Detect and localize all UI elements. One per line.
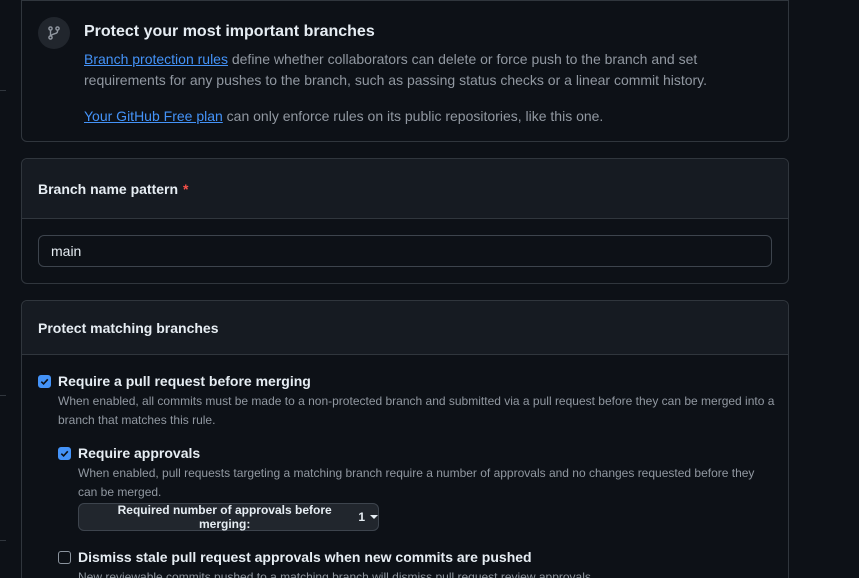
info-title: Protect your most important branches <box>84 23 375 40</box>
chevron-down-icon <box>370 515 378 519</box>
protect-matching-branches-box: Protect matching branches Require a pull… <box>21 300 789 578</box>
plan-notice: Your GitHub Free plan can only enforce r… <box>84 106 734 127</box>
dismiss-stale-approvals-description: New reviewable commits pushed to a match… <box>78 570 595 578</box>
required-approvals-dropdown[interactable]: Required number of approvals before merg… <box>78 503 379 531</box>
check-icon <box>60 450 69 458</box>
branch-name-pattern-label: Branch name pattern <box>38 180 179 197</box>
edge-divider <box>0 540 6 541</box>
required-approvals-value: 1 <box>358 510 365 524</box>
require-approvals-description: When enabled, pull requests targeting a … <box>78 466 755 499</box>
dismiss-stale-approvals-label[interactable]: Dismiss stale pull request approvals whe… <box>78 549 532 565</box>
required-indicator: * <box>183 180 189 197</box>
check-icon <box>40 378 49 386</box>
edge-divider <box>0 395 6 396</box>
require-pull-request-description: When enabled, all commits must be made t… <box>58 394 775 427</box>
info-description: Branch protection rules define whether c… <box>84 49 734 91</box>
branch-name-pattern-box: Branch name pattern * <box>21 158 789 284</box>
required-approvals-label: Required number of approvals before merg… <box>117 503 332 531</box>
branch-protection-info-box: Protect your most important branches Bra… <box>21 0 789 142</box>
dismiss-stale-approvals-checkbox[interactable] <box>58 551 71 564</box>
git-branch-icon <box>38 17 70 49</box>
branch-protection-rules-link[interactable]: Branch protection rules <box>84 51 228 67</box>
branch-name-pattern-input[interactable] <box>38 235 772 267</box>
require-approvals-label[interactable]: Require approvals <box>78 445 200 461</box>
branch-name-pattern-header: Branch name pattern * <box>22 159 788 219</box>
edge-divider <box>0 90 6 91</box>
protect-matching-branches-header: Protect matching branches <box>22 301 788 355</box>
require-approvals-checkbox[interactable] <box>58 447 71 460</box>
require-pull-request-label[interactable]: Require a pull request before merging <box>58 373 311 389</box>
protect-matching-branches-title: Protect matching branches <box>38 319 219 336</box>
plan-notice-text: can only enforce rules on its public rep… <box>222 108 604 124</box>
require-pull-request-checkbox[interactable] <box>38 375 51 388</box>
free-plan-link[interactable]: Your GitHub Free plan <box>84 108 223 124</box>
